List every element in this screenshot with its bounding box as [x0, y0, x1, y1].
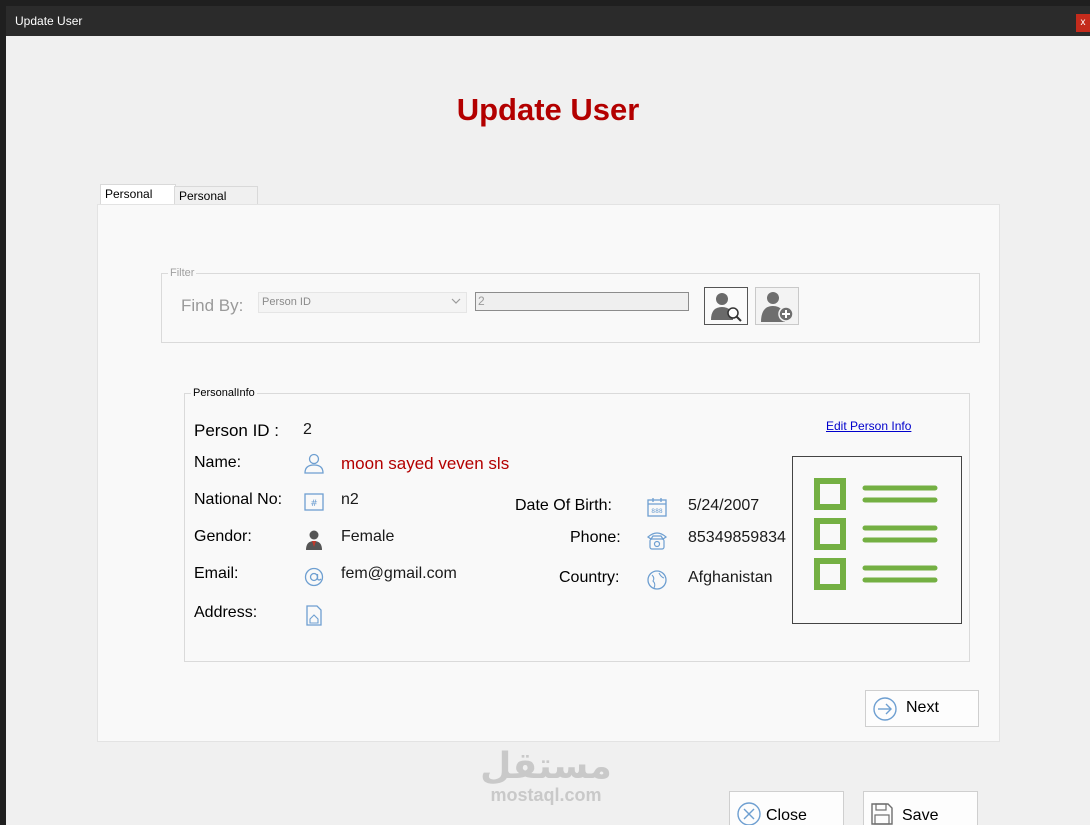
id-card-icon: #	[304, 493, 324, 511]
phone-label: Phone:	[570, 529, 621, 546]
phone-icon	[647, 532, 667, 550]
name-value: moon sayed veven sls	[341, 454, 510, 473]
find-by-label: Find By:	[181, 296, 244, 315]
female-person-icon	[306, 530, 322, 550]
person-picture	[792, 456, 962, 624]
person-search-icon	[711, 293, 742, 322]
watermark-latin: mostaql.com	[490, 785, 602, 805]
svg-text:888: 888	[651, 508, 663, 515]
chevron-down-icon	[451, 294, 461, 311]
gender-label: Gendor:	[194, 528, 252, 545]
email-value: fem@gmail.com	[341, 565, 457, 582]
tab-personal-info[interactable]: Personal Info	[100, 184, 176, 220]
edit-person-info-link[interactable]: Edit Person Info	[826, 419, 911, 433]
dob-value: 5/24/2007	[688, 497, 760, 514]
find-by-select-value: Person ID	[262, 296, 311, 308]
find-by-select[interactable]: Person ID	[258, 292, 467, 313]
floppy-disk-icon	[871, 803, 893, 825]
watermark: مستقل mostaql.com	[476, 746, 616, 805]
list-checklist-icon	[814, 478, 938, 590]
next-button-label: Next	[906, 699, 939, 716]
close-button[interactable]: Close	[729, 791, 844, 825]
save-button[interactable]: Save	[863, 791, 978, 825]
person-add-icon	[761, 292, 794, 322]
email-label: Email:	[194, 565, 239, 582]
page-title: Update User	[456, 92, 640, 127]
close-window-button[interactable]: x	[1076, 14, 1090, 32]
dob-label: Date Of Birth:	[515, 497, 612, 514]
tab-personal-login[interactable]: Personal Login	[174, 186, 258, 221]
address-label: Address:	[194, 604, 258, 621]
watermark-arabic: مستقل	[480, 746, 612, 787]
name-label: Name:	[194, 454, 242, 471]
calendar-icon: 888	[647, 498, 667, 517]
save-button-label: Save	[902, 807, 939, 824]
close-button-label: Close	[766, 807, 807, 824]
title-bar: Update User x	[6, 6, 1090, 36]
filter-legend: Filter	[168, 267, 197, 279]
svg-text:#: #	[310, 499, 318, 509]
add-person-button[interactable]	[755, 287, 799, 325]
country-value: Afghanistan	[688, 569, 773, 586]
update-user-window: Update User x Update User Personal Info …	[6, 6, 1090, 825]
national-no-label: National No:	[194, 491, 283, 508]
globe-icon	[647, 570, 667, 590]
address-document-icon	[306, 605, 322, 626]
person-info-legend: PersonalInfo	[191, 387, 257, 399]
country-label: Country:	[559, 569, 620, 586]
window-title: Update User	[15, 14, 83, 28]
gender-value: Female	[341, 528, 395, 545]
find-by-input-value: 2	[478, 294, 485, 308]
filter-groupbox: Filter Find By: Person ID 2	[161, 267, 980, 343]
close-circle-icon	[737, 802, 761, 825]
person-id-value: 2	[303, 421, 312, 438]
search-person-button[interactable]	[704, 287, 748, 325]
next-button[interactable]: Next	[865, 690, 979, 727]
phone-value: 85349859834	[688, 529, 786, 546]
person-icon	[304, 453, 324, 474]
person-id-label: Person ID :	[194, 421, 280, 440]
arrow-right-circle-icon	[873, 697, 897, 721]
national-no-value: n2	[341, 491, 359, 508]
at-sign-icon	[304, 567, 324, 587]
find-by-input[interactable]: 2	[475, 292, 689, 311]
